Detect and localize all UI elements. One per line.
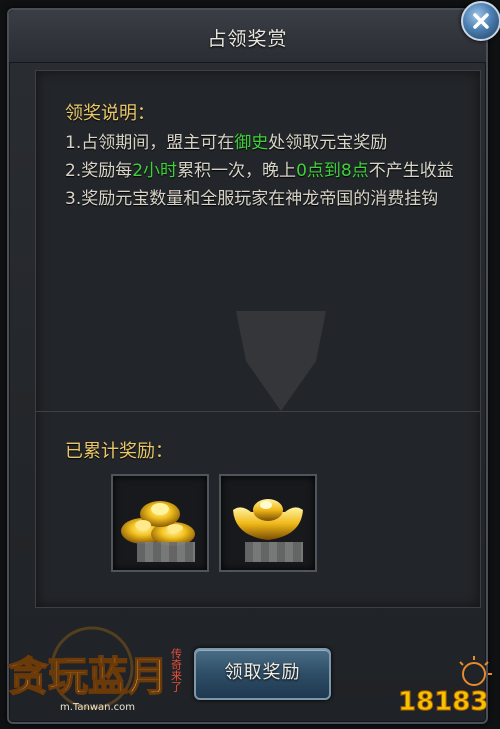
dialog-titlebar: 占领奖赏 (9, 10, 486, 63)
rule-line-1: 1.占领期间，盟主可在御史处领取元宝奖励 (65, 129, 465, 157)
rules-heading: 领奖说明： (65, 103, 155, 124)
reward-slot-1[interactable] (111, 474, 209, 572)
close-button[interactable] (461, 1, 500, 41)
rule-line-2: 2.奖励每2小时累积一次，晚上0点到8点不产生收益 (65, 157, 465, 185)
close-icon (473, 13, 489, 29)
rule-2-suffix: 不产生收益 (368, 161, 454, 181)
section-divider (36, 411, 480, 412)
game-logo: 贪玩蓝月 传奇来了 m.Tanwan.com (7, 626, 183, 713)
claim-reward-button[interactable]: 领取奖励 (194, 648, 331, 700)
reward-quantity-redacted (245, 542, 303, 562)
site-watermark-badge: 18183 (398, 656, 492, 718)
content-panel: 领奖说明： 1.占领期间，盟主可在御史处领取元宝奖励 2.奖励每2小时累积一次，… (35, 70, 481, 608)
interval-highlight: 2小时 (132, 161, 178, 181)
accumulated-heading: 已累计奖励： (65, 441, 173, 462)
logo-url: m.Tanwan.com (60, 702, 135, 713)
time-range-highlight: 0点到8点 (296, 161, 369, 181)
rule-2-prefix: 2.奖励每 (65, 161, 133, 181)
reward-slot-2[interactable] (219, 474, 317, 572)
rule-1-suffix: 处领取元宝奖励 (268, 133, 388, 153)
rule-2-middle: 累积一次，晚上 (177, 161, 297, 181)
logo-subtitle: 传奇来了 (170, 648, 183, 692)
reward-quantity-redacted (137, 542, 195, 562)
npc-name-highlight: 御史 (234, 133, 269, 153)
background-emblem (236, 311, 326, 411)
site-badge-text: 18183 (398, 687, 488, 717)
rules-text: 1.占领期间，盟主可在御史处领取元宝奖励 2.奖励每2小时累积一次，晚上0点到8… (65, 129, 465, 213)
reward-dialog: 占领奖赏 领奖说明： 1.占领期间，盟主可在御史处领取元宝奖励 2.奖励每2小时… (7, 8, 488, 724)
rule-1-prefix: 1.占领期间，盟主可在 (65, 133, 235, 153)
logo-title: 贪玩蓝月 (8, 653, 168, 700)
game-screen: 占领奖赏 领奖说明： 1.占领期间，盟主可在御史处领取元宝奖励 2.奖励每2小时… (0, 0, 500, 729)
dialog-title: 占领奖赏 (207, 28, 288, 50)
rule-line-3: 3.奖励元宝数量和全服玩家在神龙帝国的消费挂钩 (65, 189, 439, 209)
